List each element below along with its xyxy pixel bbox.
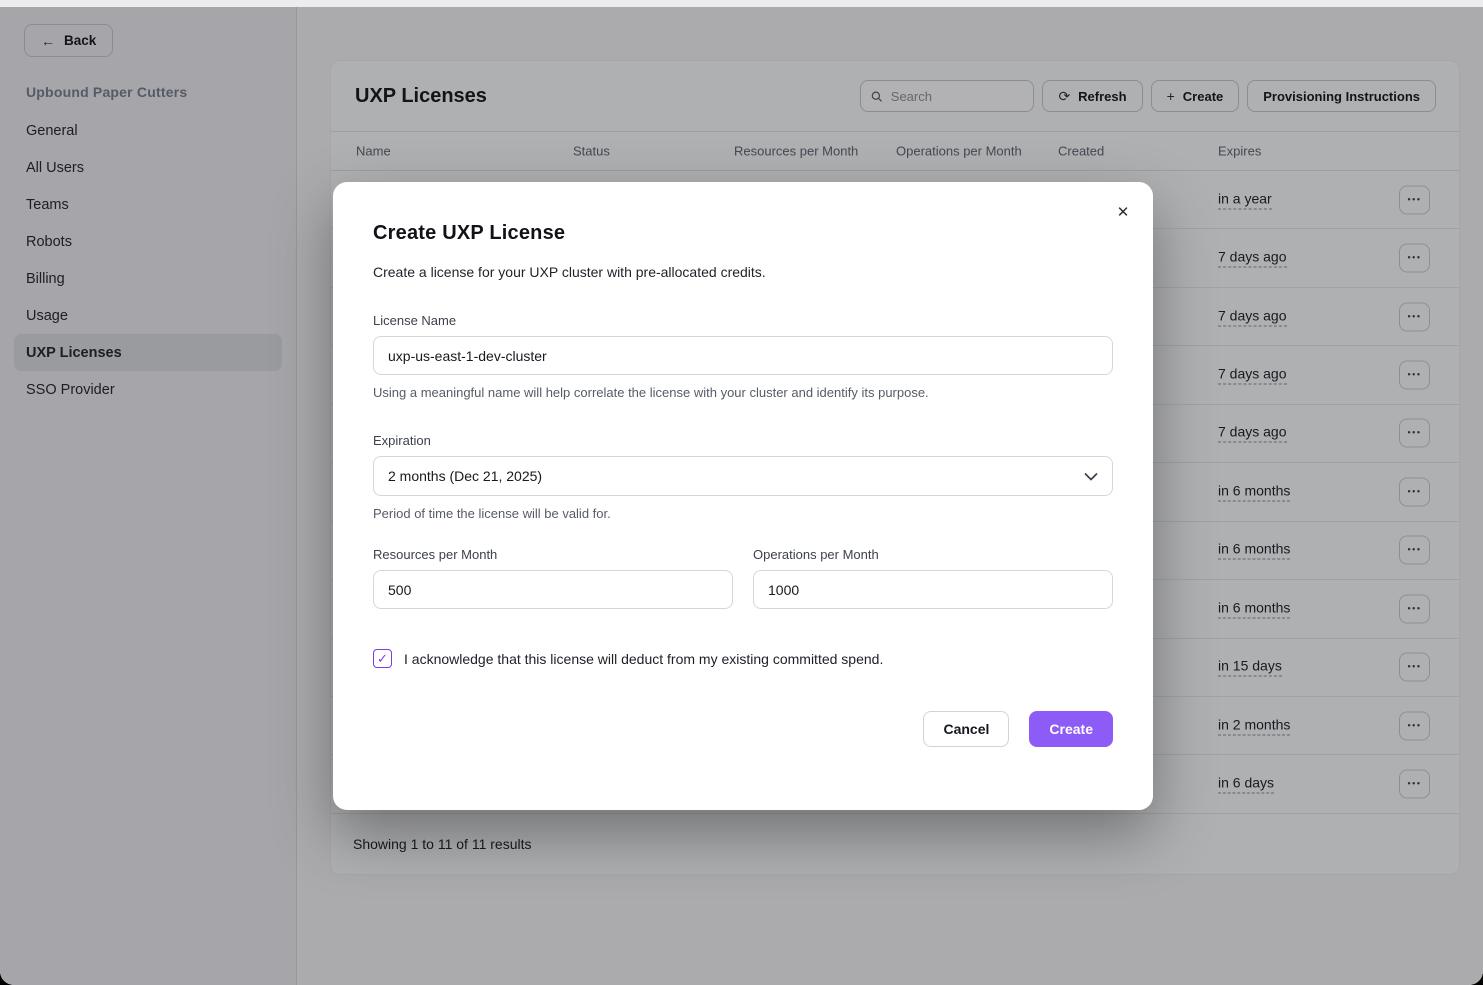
modal-description: Create a license for your UXP cluster wi…	[373, 264, 1113, 280]
operations-input[interactable]	[753, 570, 1113, 609]
screen: ← Back Upbound Paper Cutters General All…	[0, 0, 1483, 985]
checkmark-icon: ✓	[377, 651, 388, 667]
license-name-input[interactable]	[373, 336, 1113, 375]
resources-input[interactable]	[373, 570, 733, 609]
acknowledge-checkbox[interactable]: ✓	[373, 649, 392, 668]
close-button[interactable]: ✕	[1109, 198, 1137, 226]
license-name-helper: Using a meaningful name will help correl…	[373, 385, 1113, 400]
modal-title: Create UXP License	[373, 222, 1113, 245]
app-window: ← Back Upbound Paper Cutters General All…	[0, 0, 1483, 985]
create-uxp-license-modal: ✕ Create UXP License Create a license fo…	[333, 182, 1153, 810]
close-icon: ✕	[1117, 204, 1130, 221]
resources-field: Resources per Month	[373, 547, 733, 609]
modal-create-button[interactable]: Create	[1029, 711, 1113, 747]
expiration-selected-value: 2 months (Dec 21, 2025)	[388, 468, 542, 484]
acknowledge-row: ✓ I acknowledge that this license will d…	[373, 649, 1113, 668]
resources-label: Resources per Month	[373, 547, 733, 562]
chevron-down-icon	[1084, 472, 1098, 481]
operations-field: Operations per Month	[753, 547, 1113, 609]
expiration-helper: Period of time the license will be valid…	[373, 506, 1113, 521]
expiration-label: Expiration	[373, 433, 1113, 448]
credits-row: Resources per Month Operations per Month	[373, 547, 1113, 609]
expiration-select[interactable]: 2 months (Dec 21, 2025)	[373, 456, 1113, 496]
acknowledge-label: I acknowledge that this license will ded…	[404, 651, 883, 667]
window-top-strip	[0, 0, 1483, 7]
license-name-label: License Name	[373, 313, 1113, 328]
operations-label: Operations per Month	[753, 547, 1113, 562]
cancel-button[interactable]: Cancel	[923, 711, 1009, 747]
modal-actions: Cancel Create	[373, 711, 1113, 747]
